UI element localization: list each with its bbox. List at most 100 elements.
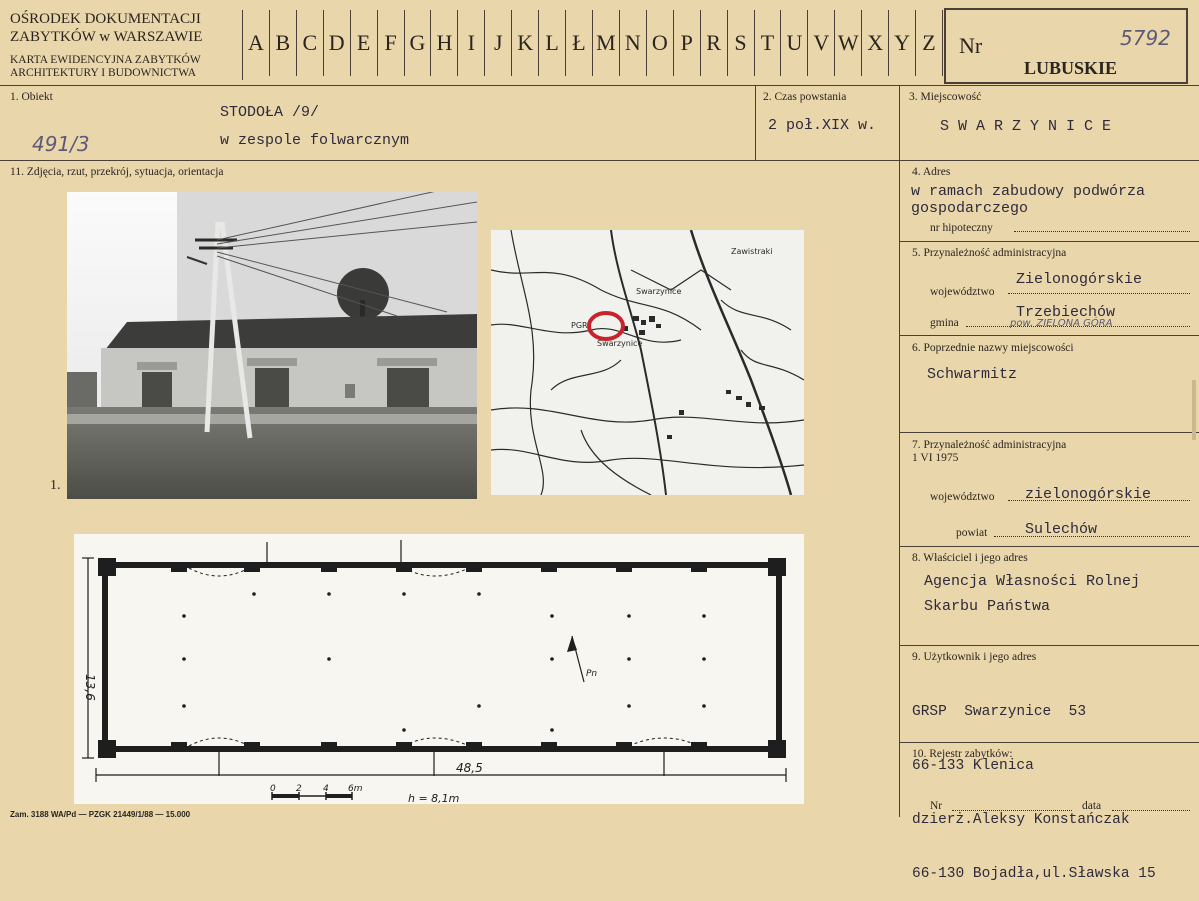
rejestr-data-label: data: [1082, 800, 1102, 812]
obiekt-label: 1. Obiekt: [10, 91, 53, 103]
plan-pillar-top: [466, 562, 482, 572]
wlasciciel-line2: Skarbu Państwa: [924, 598, 1051, 615]
wlasciciel-label: 8. Właściciel i jego adres: [912, 552, 1028, 564]
index-letter-12: Ł: [566, 10, 593, 76]
czas-value: 2 poł.XIX w.: [768, 117, 877, 134]
rejestr-data-dots: [1112, 810, 1190, 811]
plan-post-dot: [182, 614, 186, 618]
nr-handwritten: 5792: [1120, 26, 1171, 50]
region-name: LUBUSKIE: [1024, 58, 1118, 78]
plan-post-dot: [550, 728, 554, 732]
plan-post-dot: [702, 704, 706, 708]
index-letter-4: E: [351, 10, 378, 76]
index-letter-3: D: [324, 10, 351, 76]
plan-post-dot: [550, 614, 554, 618]
index-letter-19: T: [755, 10, 782, 76]
index-letter-25: Z: [916, 10, 943, 76]
rejestr-label: 10. Rejestr zabytków:: [912, 748, 1013, 760]
przyn1-hand-note: pow. ZIELONA GÓRA: [1010, 318, 1113, 329]
plan-depth-label: 13,6: [83, 674, 97, 701]
uzytkownik-line4: 66-130 Bojadła,ul.Sławska 15: [912, 866, 1156, 882]
plan-post-dot: [477, 704, 481, 708]
map-label-swarzynice: Swarzynice: [636, 287, 681, 296]
index-letters-row: ABCDEFGHIJKLŁMNOPRSTUVWXYZ: [243, 10, 943, 76]
card-edge: [1192, 380, 1196, 440]
uzytkownik-block: GRSP Swarzynice 53 66-133 Klenica dzierż…: [912, 667, 1156, 901]
adres-value: w ramach zabudowy podwórza gospodarczego: [911, 183, 1146, 217]
zdjecia-label: 11. Zdjęcia, rzut, przekrój, sytuacja, o…: [10, 166, 224, 178]
plan-post-dot: [327, 592, 331, 596]
plan-pillar-top: [691, 562, 707, 572]
plan-height-label: h = 8,1m: [408, 792, 459, 804]
scale-tick-2: 2: [296, 784, 302, 794]
index-letter-1: B: [270, 10, 297, 76]
miejscowosc-value: S W A R Z Y N I C E: [940, 118, 1112, 135]
location-map: Swarzynice Zawistraki PGR Swarzynice: [491, 230, 804, 495]
index-letter-17: R: [701, 10, 728, 76]
print-info: Zam. 3188 WA/Pd — PZGK 21449/1/88 — 15.0…: [10, 810, 191, 819]
plan-post-dot: [702, 614, 706, 618]
plan-post-dot: [182, 657, 186, 661]
plan-pillar-bottom: [321, 742, 337, 752]
plan-post-dot: [182, 704, 186, 708]
plan-post-dot: [402, 728, 406, 732]
index-letter-10: K: [512, 10, 540, 76]
index-letter-24: Y: [889, 10, 917, 76]
scale-tick-6: 6m: [348, 784, 363, 794]
obiekt-hand-note: 491/3: [32, 132, 90, 156]
plan-width-label: 48,5: [456, 761, 483, 775]
przyn1-gmina-label: gmina: [930, 317, 959, 329]
plan-pillar-bottom: [466, 742, 482, 752]
plan-pillar-top: [616, 562, 632, 572]
poprzednie-value: Schwarmitz: [927, 366, 1018, 383]
rejestr-nr-dots: [952, 810, 1072, 811]
rejestr-nr-label: Nr: [930, 800, 943, 812]
obiekt-line2: w zespole folwarcznym: [220, 132, 410, 149]
org-name-line2: ZABYTKÓW w WARSZAWIE: [10, 29, 203, 45]
index-letter-8: I: [458, 10, 486, 76]
plan-post-dot: [627, 704, 631, 708]
plan-post-dot: [627, 657, 631, 661]
przyn1-woj-dots: [1008, 293, 1190, 294]
scale-tick-4: 4: [323, 784, 329, 794]
plan-post-dot: [327, 657, 331, 661]
index-letter-22: W: [835, 10, 863, 76]
uzytkownik-label: 9. Użytkownik i jego adres: [912, 651, 1037, 663]
index-letter-13: M: [593, 10, 620, 76]
hipoteczny-dots: [1014, 231, 1190, 232]
org-name-line1: OŚRODEK DOKUMENTACJI: [10, 11, 201, 27]
przyn2-woj-value: zielonogórskie: [1025, 486, 1152, 503]
scale-tick-0: 0: [270, 784, 276, 794]
hipoteczny-label: nr hipoteczny: [930, 222, 993, 234]
index-letter-0: A: [243, 10, 270, 76]
north-arrow-label: Pn: [586, 669, 597, 679]
plan-pillar-top: [171, 562, 187, 572]
plan-pillar-top: [541, 562, 557, 572]
plan-pillar-top: [244, 562, 260, 572]
plan-post-dot: [702, 657, 706, 661]
building-photo: [67, 192, 477, 499]
uzytkownik-line1: GRSP Swarzynice 53: [912, 704, 1087, 720]
map-label-pgr: PGR: [571, 321, 588, 330]
przyn1-label: 5. Przynależność administracyjna: [912, 247, 1067, 259]
index-letter-5: F: [378, 10, 405, 76]
index-letter-9: J: [485, 10, 513, 76]
card-title-line2: ARCHITEKTURY I BUDOWNICTWA: [10, 67, 197, 79]
index-letter-6: G: [405, 10, 432, 76]
poprzednie-label: 6. Poprzednie nazwy miejscowości: [912, 342, 1074, 354]
plan-post-dot: [477, 592, 481, 596]
card-title-line1: KARTA EWIDENCYJNA ZABYTKÓW: [10, 54, 201, 66]
adres-label: 4. Adres: [912, 166, 951, 178]
przyn2-label: 7. Przynależność administracyjna: [912, 439, 1067, 451]
uzytkownik-line3: dzierż.Aleksy Konstańczak: [912, 812, 1130, 828]
czas-label: 2. Czas powstania: [763, 91, 847, 103]
photo-number: 1.: [50, 478, 61, 493]
index-letter-16: P: [674, 10, 701, 76]
przyn1-woj-label: województwo: [930, 286, 995, 298]
miejscowosc-label: 3. Miejscowość: [909, 91, 982, 103]
index-letter-11: L: [539, 10, 567, 76]
index-letter-18: S: [728, 10, 755, 76]
plan-pillar-top: [321, 562, 337, 572]
map-label-zawistraki: Zawistraki: [731, 247, 773, 256]
plan-pillar-bottom: [616, 742, 632, 752]
